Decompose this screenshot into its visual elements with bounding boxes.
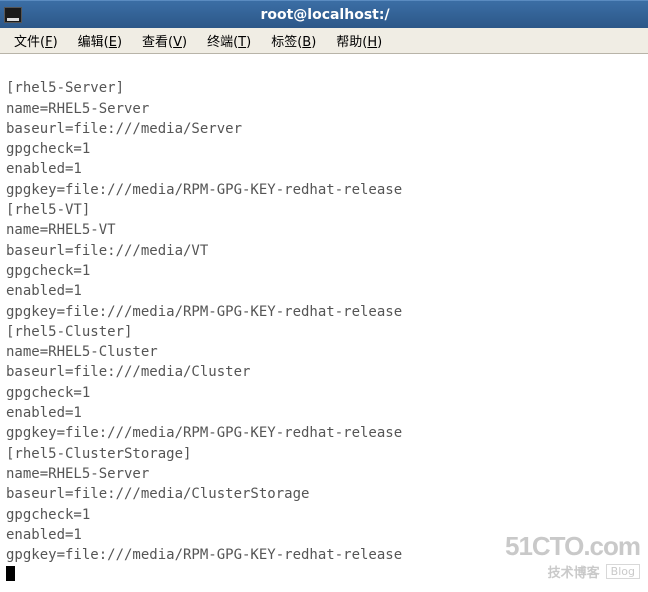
menu-tabs[interactable]: 标签(B): [263, 29, 324, 52]
terminal-line: baseurl=file:///media/ClusterStorage: [6, 486, 309, 502]
terminal-line: enabled=1: [6, 161, 82, 177]
titlebar: root@localhost:/: [0, 0, 648, 28]
menu-help[interactable]: 帮助(H): [328, 29, 390, 52]
terminal-line: name=RHEL5-Cluster: [6, 344, 158, 360]
terminal-line: name=RHEL5-VT: [6, 222, 116, 238]
terminal-line: gpgcheck=1: [6, 141, 90, 157]
terminal-line: name=RHEL5-Server: [6, 101, 149, 117]
terminal-line: enabled=1: [6, 283, 82, 299]
terminal-line: gpgcheck=1: [6, 263, 90, 279]
menu-edit[interactable]: 编辑(E): [70, 29, 130, 52]
menu-file[interactable]: 文件(F): [6, 29, 66, 52]
terminal-line: baseurl=file:///media/VT: [6, 243, 208, 259]
terminal-line: gpgkey=file:///media/RPM-GPG-KEY-redhat-…: [6, 425, 402, 441]
terminal-line: name=RHEL5-Server: [6, 466, 149, 482]
terminal-line: [rhel5-Cluster]: [6, 324, 132, 340]
terminal-line: enabled=1: [6, 405, 82, 421]
terminal-line: gpgkey=file:///media/RPM-GPG-KEY-redhat-…: [6, 304, 402, 320]
terminal-line: [rhel5-VT]: [6, 202, 90, 218]
menubar: 文件(F) 编辑(E) 查看(V) 终端(T) 标签(B) 帮助(H): [0, 28, 648, 54]
terminal-line: enabled=1: [6, 527, 82, 543]
terminal-line: gpgkey=file:///media/RPM-GPG-KEY-redhat-…: [6, 182, 402, 198]
menu-terminal[interactable]: 终端(T): [199, 29, 259, 52]
terminal-viewport[interactable]: [rhel5-Server] name=RHEL5-Server baseurl…: [0, 54, 648, 592]
menu-view[interactable]: 查看(V): [134, 29, 195, 52]
terminal-line: baseurl=file:///media/Cluster: [6, 364, 250, 380]
terminal-line: [rhel5-Server]: [6, 80, 124, 96]
window-title: root@localhost:/: [26, 7, 644, 23]
terminal-cursor: [6, 566, 15, 581]
terminal-line: gpgcheck=1: [6, 507, 90, 523]
terminal-line: gpgcheck=1: [6, 385, 90, 401]
terminal-app-icon: [4, 7, 22, 23]
terminal-line: [rhel5-ClusterStorage]: [6, 446, 191, 462]
terminal-line: gpgkey=file:///media/RPM-GPG-KEY-redhat-…: [6, 547, 402, 563]
terminal-line: baseurl=file:///media/Server: [6, 121, 242, 137]
